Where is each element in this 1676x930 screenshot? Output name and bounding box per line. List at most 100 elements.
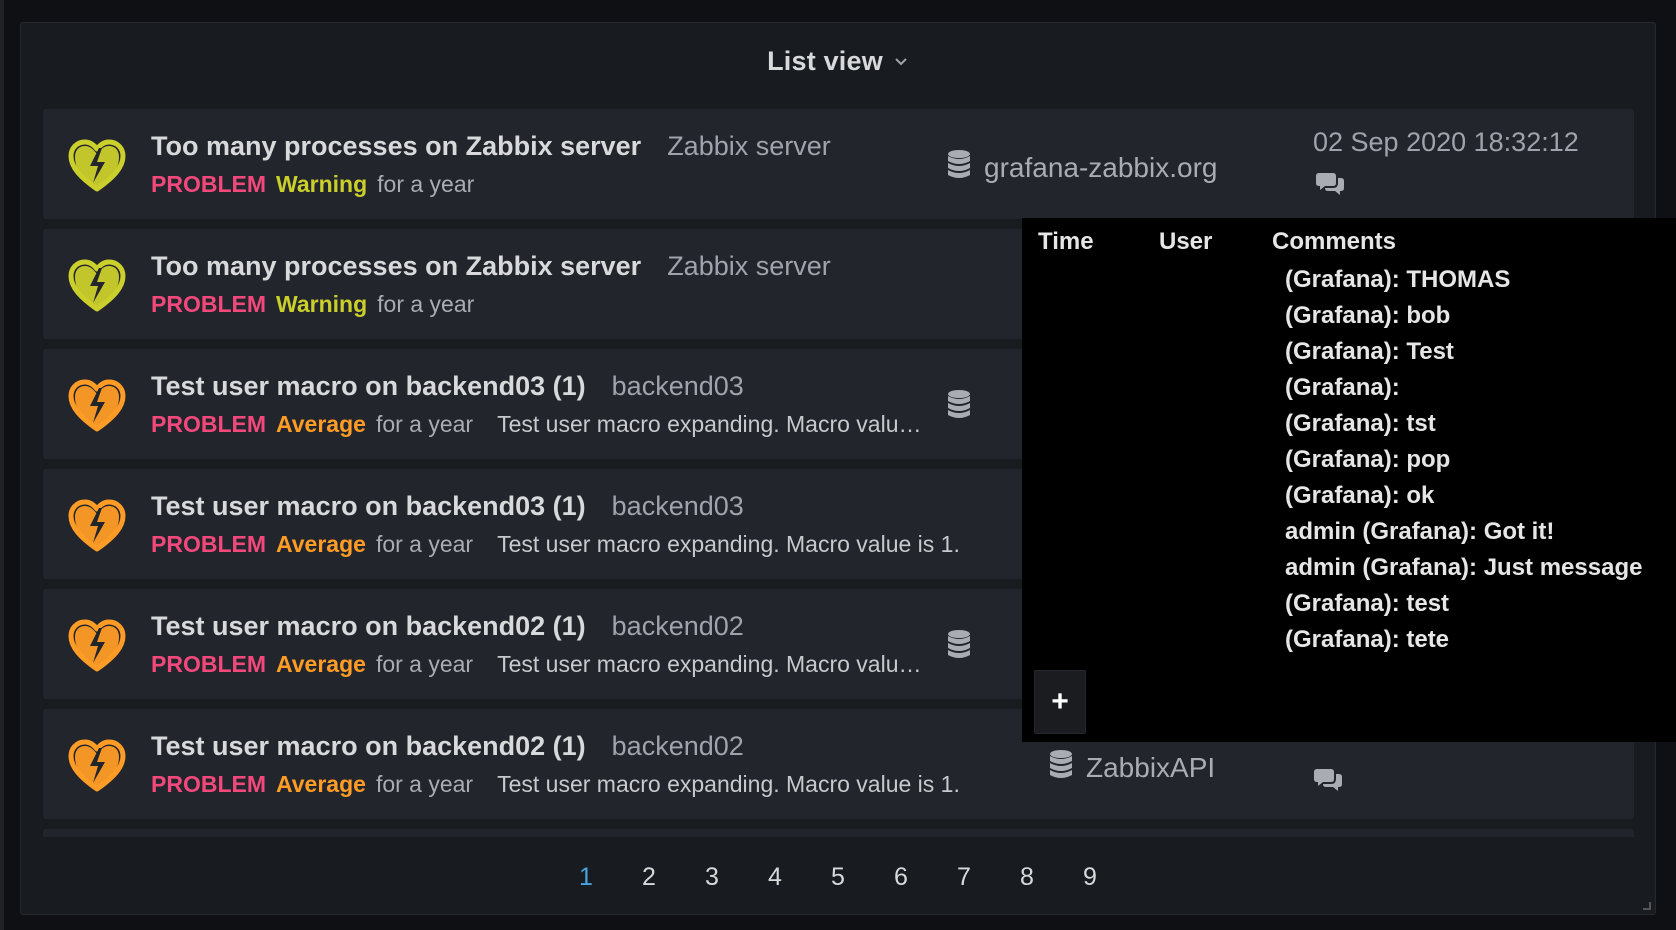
status-badge: PROBLEM bbox=[151, 291, 266, 317]
database-icon bbox=[1048, 749, 1074, 786]
broken-heart-icon bbox=[68, 379, 126, 433]
problem-title-line: Test user macro on backend03 (1) backend… bbox=[151, 491, 744, 522]
problem-row-partial bbox=[43, 829, 1634, 837]
problem-status-line: PROBLEM Warning for a year bbox=[151, 171, 498, 198]
left-edge bbox=[0, 0, 4, 930]
page-link-7[interactable]: 7 bbox=[933, 863, 996, 892]
page-link-5[interactable]: 5 bbox=[807, 863, 870, 892]
problem-title-line: Too many processes on Zabbix server Zabb… bbox=[151, 131, 831, 162]
panel-title[interactable]: List view bbox=[767, 46, 883, 77]
comment-item: (Grafana): Test bbox=[1285, 338, 1454, 365]
problem-description: Test user macro expanding. Macro valu… bbox=[497, 411, 922, 437]
problem-title-line: Test user macro on backend03 (1) backend… bbox=[151, 371, 744, 402]
comments-icon[interactable] bbox=[1315, 171, 1345, 197]
problem-host[interactable]: Zabbix server bbox=[667, 131, 831, 162]
problem-status-line: PROBLEM Average for a year Test user mac… bbox=[151, 411, 922, 438]
comments-list: (Grafana): THOMAS (Grafana): bob (Grafana)… bbox=[1285, 262, 1642, 658]
time-column-header: Time bbox=[1038, 228, 1094, 255]
page-link-9[interactable]: 9 bbox=[1059, 863, 1122, 892]
problem-description: Test user macro expanding. Macro valu… bbox=[497, 651, 922, 677]
broken-heart-icon bbox=[68, 499, 126, 553]
database-icon bbox=[946, 629, 972, 666]
problem-description: Test user macro expanding. Macro value i… bbox=[497, 531, 960, 557]
problem-age: for a year bbox=[377, 171, 475, 197]
user-column-header: User bbox=[1159, 228, 1213, 255]
problem-name[interactable]: Too many processes on Zabbix server bbox=[151, 131, 641, 162]
problem-row[interactable]: Too many processes on Zabbix server Zabb… bbox=[43, 109, 1634, 219]
problem-age: for a year bbox=[377, 291, 475, 317]
severity-badge: Warning bbox=[276, 171, 368, 197]
datasource: ZabbixAPI bbox=[1048, 749, 1215, 786]
comment-item: (Grafana): test bbox=[1285, 590, 1450, 617]
problem-name[interactable]: Test user macro on backend03 (1) bbox=[151, 371, 586, 402]
datasource: grafana-zabbix.org bbox=[946, 149, 1217, 186]
datasource-name: ZabbixAPI bbox=[1086, 751, 1216, 783]
broken-heart-icon bbox=[68, 619, 126, 673]
problem-age: for a year bbox=[375, 651, 474, 677]
severity-badge: Average bbox=[276, 651, 366, 677]
add-acknowledge-button[interactable]: + bbox=[1034, 670, 1086, 734]
broken-heart-icon bbox=[68, 739, 126, 793]
page-link-3[interactable]: 3 bbox=[681, 863, 744, 892]
comment-item: (Grafana): pop bbox=[1285, 446, 1451, 473]
problem-host[interactable]: backend02 bbox=[612, 731, 744, 762]
comment-item: (Grafana): tst bbox=[1285, 410, 1436, 437]
status-badge: PROBLEM bbox=[151, 771, 266, 797]
pagination: 123456789 bbox=[21, 863, 1655, 892]
problem-timestamp: 02 Sep 2020 18:32:12 bbox=[1313, 127, 1579, 157]
severity-badge: Warning bbox=[276, 291, 368, 317]
comment-item: (Grafana): ok bbox=[1285, 482, 1435, 509]
resize-handle[interactable] bbox=[1643, 902, 1651, 910]
comment-item: (Grafana): bob bbox=[1285, 302, 1451, 329]
comments-icon[interactable] bbox=[1313, 767, 1343, 793]
page-link-8[interactable]: 8 bbox=[996, 863, 1059, 892]
problem-age: for a year bbox=[375, 411, 474, 437]
datasource-name: grafana-zabbix.org bbox=[984, 151, 1218, 183]
problem-host[interactable]: backend03 bbox=[612, 371, 744, 402]
severity-badge: Average bbox=[276, 771, 366, 797]
problem-age: for a year bbox=[375, 771, 474, 797]
acknowledges-popover: Time User Comments (Grafana): THOMAS (Gra… bbox=[1022, 218, 1676, 742]
comment-item: (Grafana): THOMAS bbox=[1285, 266, 1511, 293]
problem-name[interactable]: Test user macro on backend02 (1) bbox=[151, 611, 586, 642]
problem-host[interactable]: backend02 bbox=[612, 611, 744, 642]
problem-status-line: PROBLEM Average for a year Test user mac… bbox=[151, 771, 960, 798]
page-link-1[interactable]: 1 bbox=[555, 863, 618, 892]
comment-item: (Grafana): bbox=[1285, 374, 1400, 401]
comments-column-header: Comments bbox=[1272, 228, 1397, 255]
broken-heart-icon bbox=[68, 259, 126, 313]
chevron-down-icon[interactable] bbox=[893, 53, 909, 69]
comment-item: (Grafana): tete bbox=[1285, 626, 1450, 653]
problem-title-line: Test user macro on backend02 (1) backend… bbox=[151, 611, 744, 642]
status-badge: PROBLEM bbox=[151, 411, 266, 437]
database-icon bbox=[946, 149, 972, 186]
status-badge: PROBLEM bbox=[151, 171, 266, 197]
broken-heart-icon bbox=[68, 139, 126, 193]
comment-item: admin (Grafana): Just message bbox=[1285, 554, 1643, 581]
problem-name[interactable]: Test user macro on backend02 (1) bbox=[151, 731, 586, 762]
problem-status-line: PROBLEM Average for a year Test user mac… bbox=[151, 531, 960, 558]
plus-icon: + bbox=[1051, 685, 1069, 718]
problem-host[interactable]: backend03 bbox=[612, 491, 744, 522]
database-icon bbox=[946, 389, 972, 426]
severity-badge: Average bbox=[276, 531, 366, 557]
problem-description: Test user macro expanding. Macro value i… bbox=[497, 771, 960, 797]
problem-name[interactable]: Too many processes on Zabbix server bbox=[151, 251, 641, 282]
comment-item: admin (Grafana): Got it! bbox=[1285, 518, 1555, 545]
page-link-6[interactable]: 6 bbox=[870, 863, 933, 892]
problem-title-line: Test user macro on backend02 (1) backend… bbox=[151, 731, 744, 762]
problem-title-line: Too many processes on Zabbix server Zabb… bbox=[151, 251, 831, 282]
problem-status-line: PROBLEM Average for a year Test user mac… bbox=[151, 651, 922, 678]
problem-name[interactable]: Test user macro on backend03 (1) bbox=[151, 491, 586, 522]
panel-header[interactable]: List view bbox=[21, 41, 1655, 81]
problem-host[interactable]: Zabbix server bbox=[667, 251, 831, 282]
datasource bbox=[946, 629, 972, 666]
status-badge: PROBLEM bbox=[151, 531, 266, 557]
problem-age: for a year bbox=[375, 531, 474, 557]
problem-status-line: PROBLEM Warning for a year bbox=[151, 291, 498, 318]
page-link-2[interactable]: 2 bbox=[618, 863, 681, 892]
datasource bbox=[946, 389, 972, 426]
status-badge: PROBLEM bbox=[151, 651, 266, 677]
page-link-4[interactable]: 4 bbox=[744, 863, 807, 892]
acknowledges-header: Time User Comments bbox=[1022, 228, 1676, 262]
